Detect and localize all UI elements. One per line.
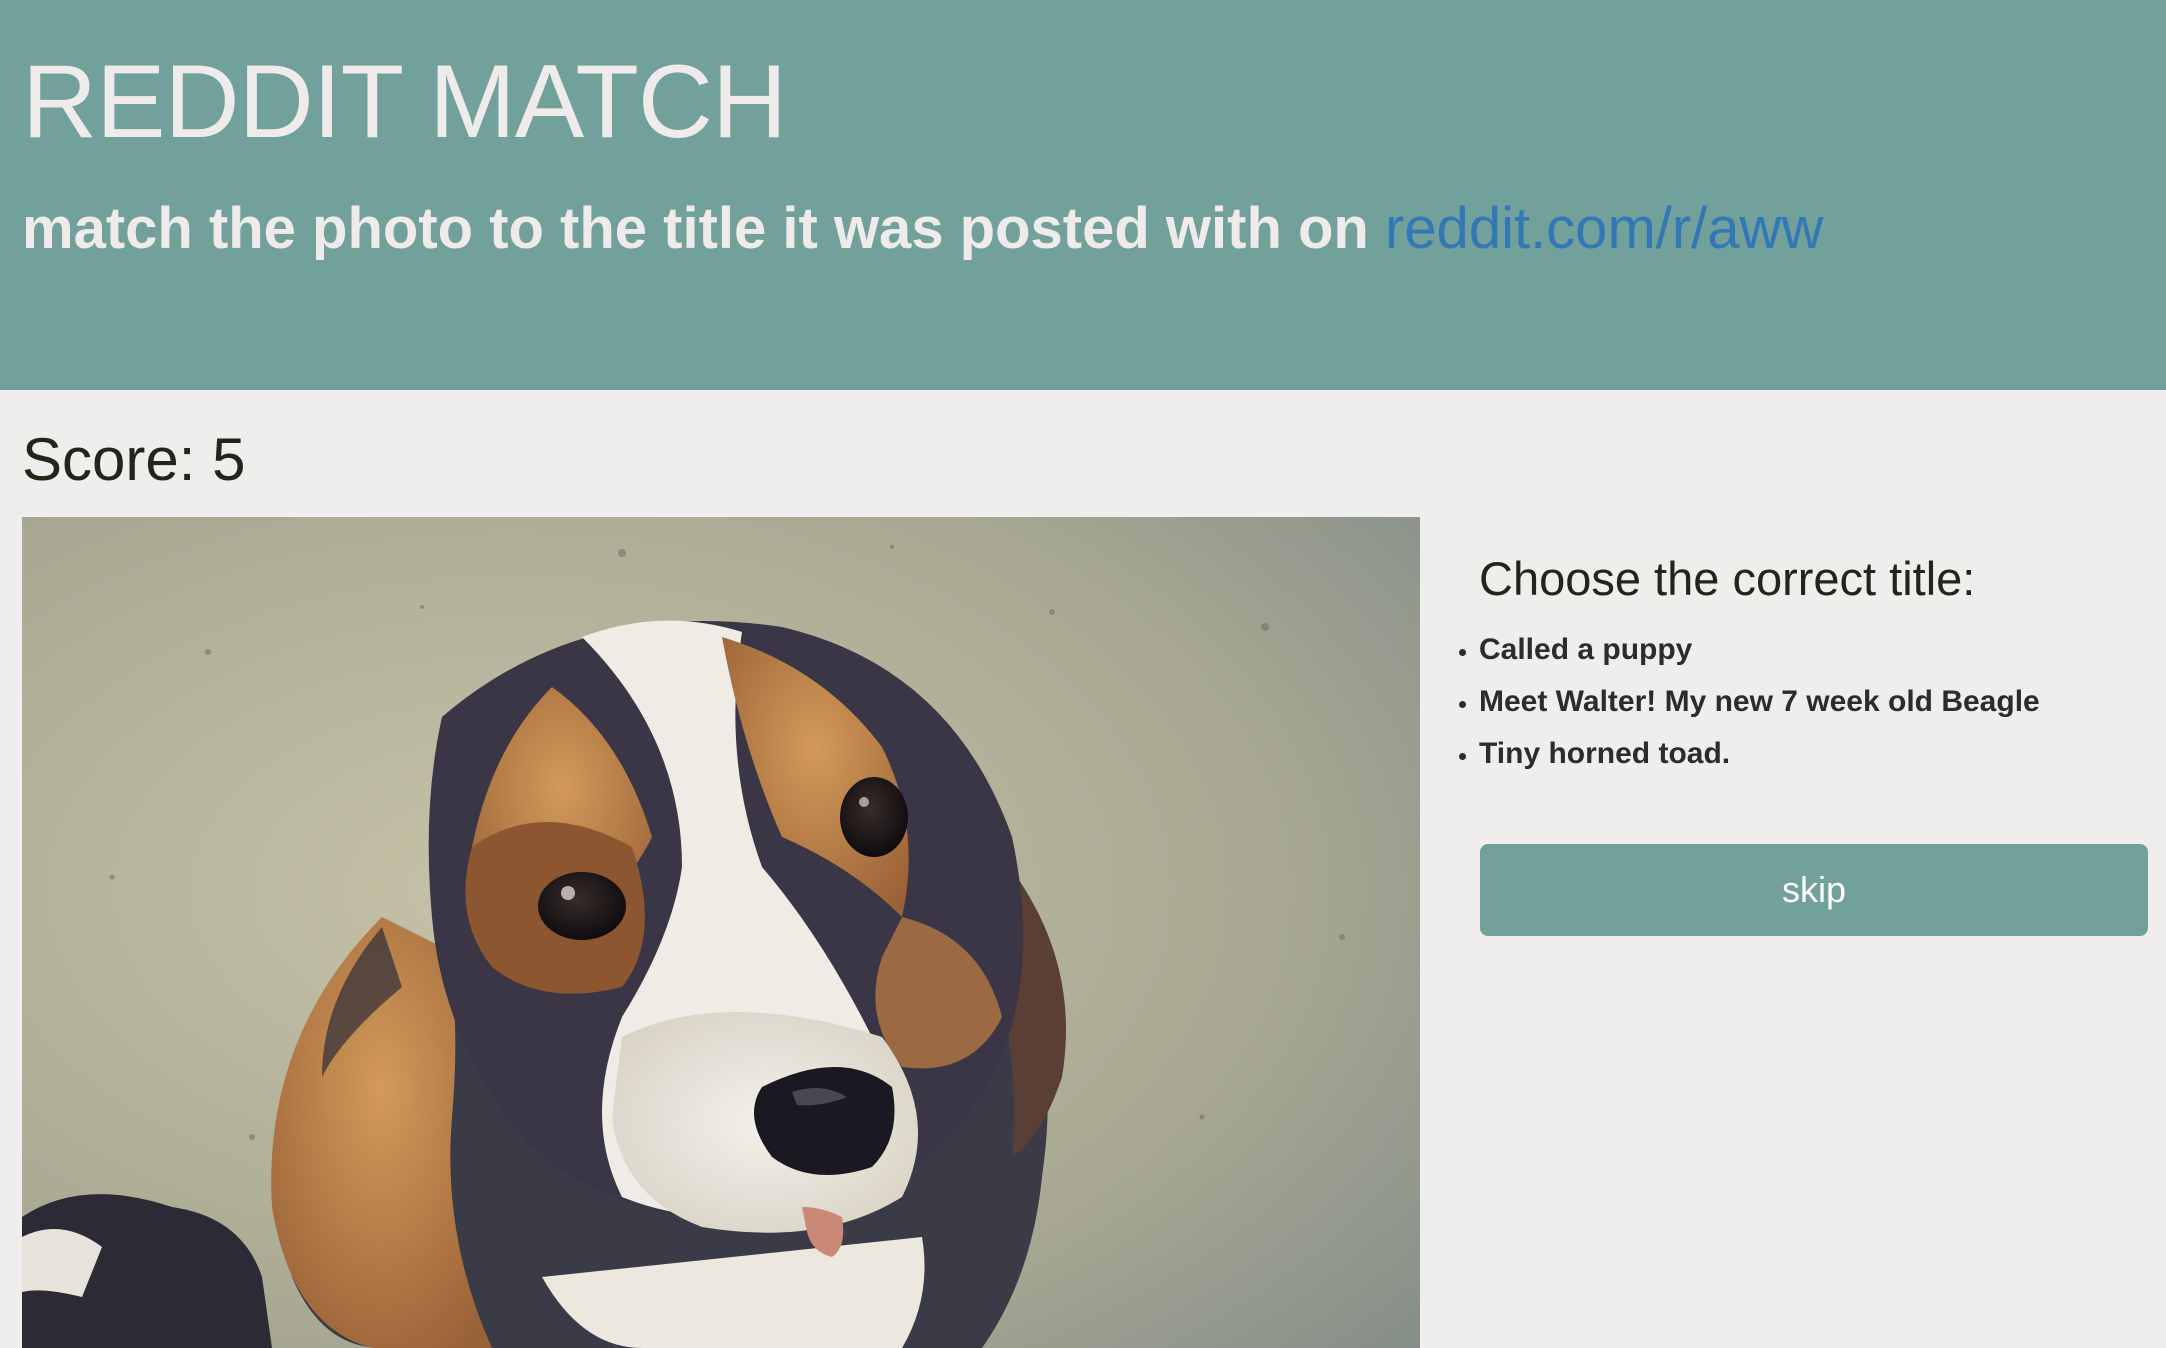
page-header: REDDIT MATCH match the photo to the titl… (0, 0, 2166, 390)
puppy-photo (22, 517, 1420, 1348)
tagline: match the photo to the title it was post… (22, 200, 1823, 258)
app-title: REDDIT MATCH (22, 44, 787, 160)
choice-list: Called a puppy Meet Walter! My new 7 wee… (1479, 624, 2149, 780)
choice-option-1[interactable]: Called a puppy (1479, 624, 2149, 676)
choice-option-2[interactable]: Meet Walter! My new 7 week old Beagle (1479, 676, 2149, 728)
score-label: Score: 5 (22, 426, 246, 493)
tagline-text: match the photo to the title it was post… (22, 196, 1385, 261)
skip-button[interactable]: skip (1480, 844, 2148, 936)
subreddit-link[interactable]: reddit.com/r/aww (1385, 196, 1823, 261)
choice-option-3[interactable]: Tiny horned toad. (1479, 728, 2149, 780)
choices-heading: Choose the correct title: (1479, 552, 1976, 605)
choices-panel: Choose the correct title: Called a puppy… (1479, 555, 2149, 780)
